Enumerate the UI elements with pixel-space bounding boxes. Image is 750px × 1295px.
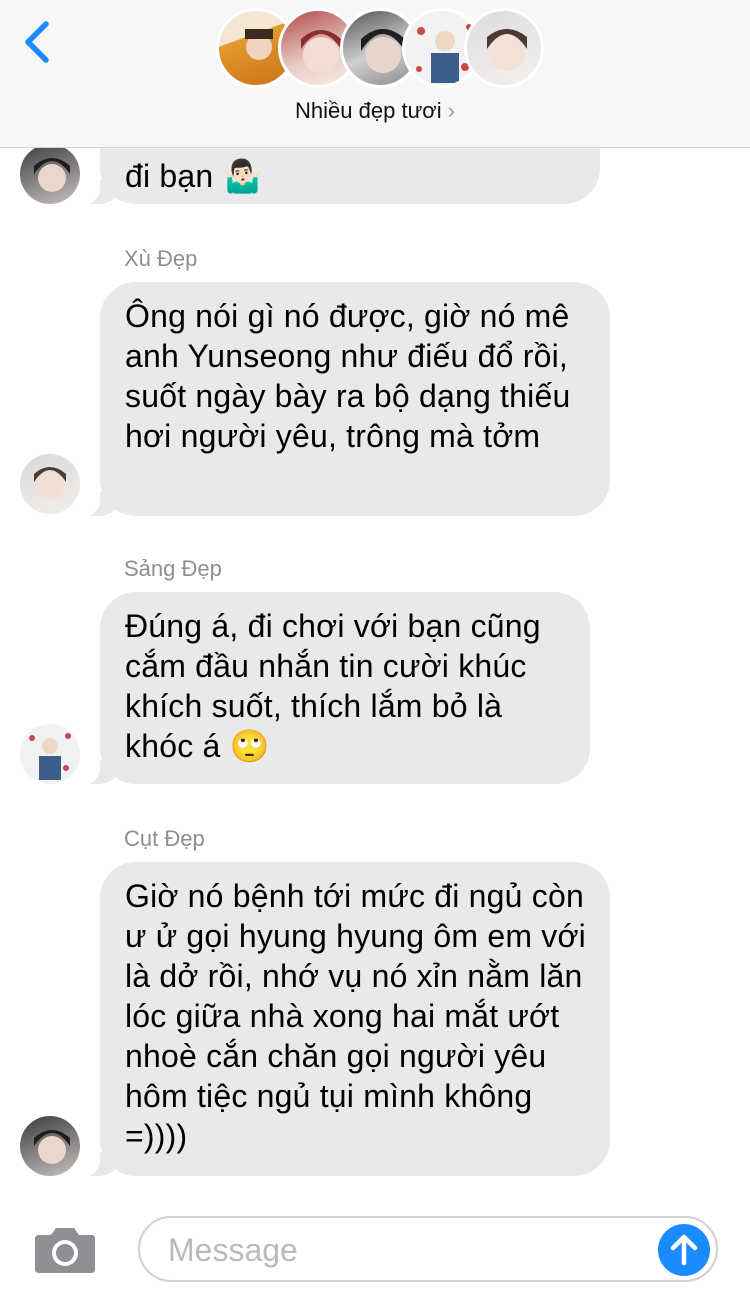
back-button[interactable] (18, 16, 62, 68)
compose-bar (0, 1200, 750, 1295)
group-member-avatar (464, 8, 544, 88)
message-bubble[interactable]: Giờ nó bệnh tới mức đi ngủ còn ư ử gọi h… (78, 862, 610, 1176)
group-name-link[interactable]: Nhiều đẹp tươi › (0, 98, 750, 124)
message-field[interactable] (138, 1216, 718, 1282)
send-arrow-up-icon (670, 1234, 698, 1266)
group-avatars[interactable] (216, 8, 544, 92)
camera-button[interactable] (33, 1225, 97, 1275)
message-text: Đúng á, đi chơi với bạn cũng cắm đầu nhắ… (125, 608, 541, 764)
message-bubble[interactable]: Đúng á, đi chơi với bạn cũng cắm đầu nhắ… (78, 592, 590, 784)
message-text: Giờ nó bệnh tới mức đi ngủ còn ư ử gọi h… (125, 878, 586, 1154)
chevron-left-icon (25, 21, 49, 63)
sender-avatar[interactable] (20, 148, 80, 204)
sender-name: Xù Đẹp (124, 246, 198, 271)
message-input[interactable] (166, 1228, 650, 1272)
camera-icon (35, 1228, 95, 1273)
chevron-right-icon: › (447, 98, 455, 123)
conversation-header: Nhiều đẹp tươi › (0, 0, 750, 148)
message-text: đi bạn 🤷🏻‍♂️ (125, 158, 263, 194)
message-bubble[interactable]: đi bạn 🤷🏻‍♂️ (78, 148, 600, 204)
message-list[interactable]: đi bạn 🤷🏻‍♂️ Xù Đẹp Ông nói gì nó được, … (0, 148, 750, 1200)
sender-name: Cụt Đẹp (124, 826, 205, 851)
send-button[interactable] (658, 1224, 710, 1276)
message-bubble[interactable]: Ông nói gì nó được, giờ nó mê anh Yunseo… (78, 282, 610, 516)
sender-avatar[interactable] (20, 454, 80, 514)
sender-avatar[interactable] (20, 1116, 80, 1176)
group-name: Nhiều đẹp tươi (295, 98, 442, 123)
sender-name: Sảng Đẹp (124, 556, 222, 581)
sender-avatar[interactable] (20, 724, 80, 784)
message-text: Ông nói gì nó được, giờ nó mê anh Yunseo… (125, 298, 571, 454)
